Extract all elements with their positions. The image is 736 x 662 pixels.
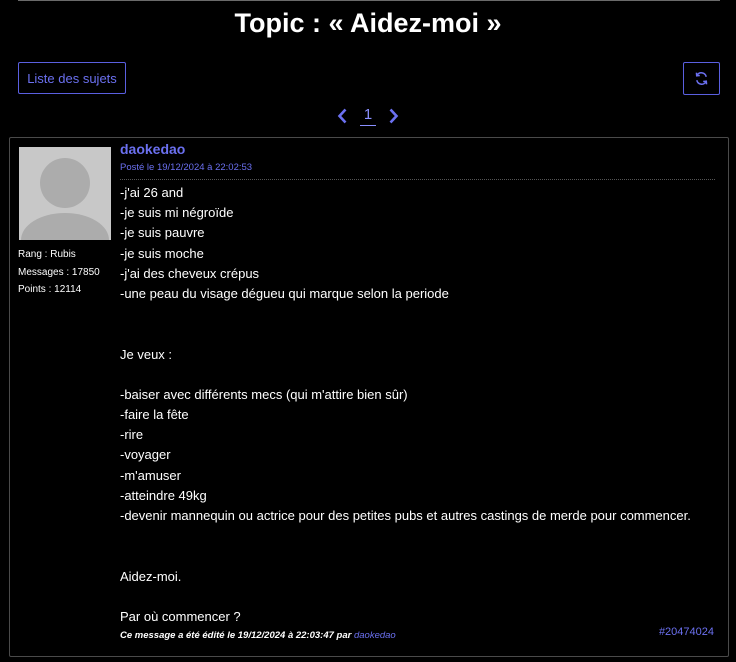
- user-stats: Rang : Rubis Messages : 17850 Points : 1…: [18, 246, 118, 299]
- post-content: -j'ai 26 and -je suis mi négroïde -je su…: [120, 183, 720, 627]
- user-points: Points : 12114: [18, 284, 82, 295]
- edit-author-link[interactable]: daokedao: [354, 630, 396, 641]
- post-line: -faire la fête: [120, 407, 189, 423]
- page-title: Topic : « Aidez-moi »: [234, 8, 502, 38]
- current-page-number: 1: [359, 106, 377, 126]
- refresh-button[interactable]: [683, 62, 720, 95]
- pagination: 1: [0, 104, 736, 128]
- post-line: [120, 304, 720, 324]
- post-line: [120, 365, 720, 385]
- post-line: -atteindre 49kg: [120, 487, 207, 503]
- post-line: -j'ai des cheveux crépus: [120, 265, 260, 281]
- topic-list-button[interactable]: Liste des sujets: [18, 62, 126, 94]
- post-line: [120, 324, 720, 344]
- post-line: -je suis moche: [120, 245, 204, 261]
- post-author-link[interactable]: daokedao: [120, 141, 185, 157]
- post-line: [120, 526, 720, 546]
- message-id-link[interactable]: #20474024: [659, 626, 714, 638]
- refresh-icon: [694, 71, 709, 86]
- post-line: -m'amuser: [120, 467, 181, 483]
- avatar[interactable]: [19, 147, 111, 240]
- post-line: Aidez-moi.: [120, 568, 182, 584]
- topic-page: Topic : « Aidez-moi » Liste des sujets 1: [0, 0, 736, 662]
- post-date: Posté le 19/12/2024 à 22:02:53: [120, 162, 253, 173]
- post-line: Par où commencer ?: [120, 608, 241, 624]
- post-line: -voyager: [120, 447, 171, 463]
- edit-note-text: Ce message a été édité le 19/12/2024 à 2…: [120, 630, 354, 641]
- forum-post: Rang : Rubis Messages : 17850 Points : 1…: [9, 137, 729, 657]
- post-line: [120, 546, 720, 566]
- edit-note: Ce message a été édité le 19/12/2024 à 2…: [120, 630, 396, 641]
- post-header-divider: [120, 179, 715, 180]
- post-line: -baiser avec différents mecs (qui m'atti…: [120, 386, 408, 402]
- user-message-count: Messages : 17850: [18, 266, 100, 278]
- post-line: -une peau du visage dégueu qui marque se…: [120, 285, 449, 301]
- user-rank: Rang : Rubis: [18, 249, 76, 260]
- post-line: [120, 587, 720, 607]
- post-line: -devenir mannequin ou actrice pour des p…: [120, 508, 691, 523]
- post-line: -rire: [120, 427, 144, 443]
- post-line: -j'ai 26 and: [120, 185, 184, 200]
- post-line: -je suis pauvre: [120, 225, 205, 241]
- top-divider: [18, 0, 720, 1]
- chevron-left-icon[interactable]: [336, 107, 350, 125]
- chevron-right-icon[interactable]: [386, 107, 400, 125]
- post-line: -je suis mi négroïde: [120, 205, 234, 221]
- post-line: Je veux :: [120, 346, 173, 362]
